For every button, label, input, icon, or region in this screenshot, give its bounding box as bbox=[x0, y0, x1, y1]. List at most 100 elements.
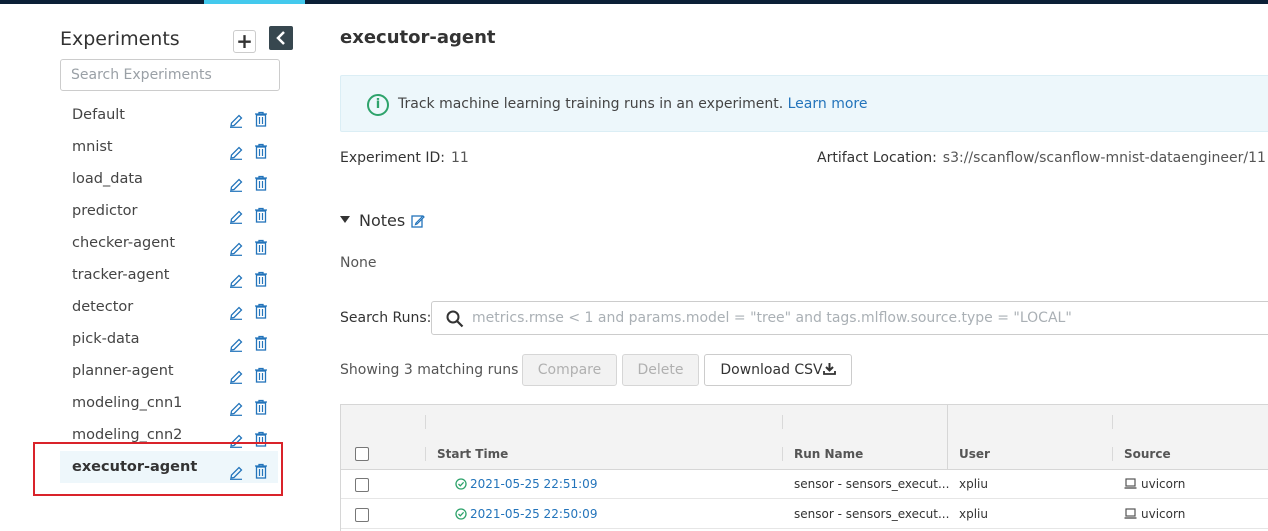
table-row[interactable]: 2021-05-25 22:50:09 sensor - sensors_exe… bbox=[341, 500, 1268, 529]
edit-icon[interactable] bbox=[229, 236, 243, 256]
column-header-start-time[interactable]: Start Time bbox=[437, 447, 508, 461]
sidebar-item-predictor[interactable]: predictor bbox=[60, 195, 278, 227]
trash-icon[interactable] bbox=[254, 235, 268, 255]
row-checkbox[interactable] bbox=[355, 478, 369, 492]
experiment-name: planner-agent bbox=[72, 363, 174, 379]
search-runs-box bbox=[431, 301, 1268, 335]
experiment-name: pick-data bbox=[72, 331, 140, 347]
experiment-list: Default mnist load_data predictor checker-ag… bbox=[60, 99, 278, 483]
experiment-name: Default bbox=[72, 107, 125, 123]
add-experiment-button[interactable]: + bbox=[233, 30, 256, 53]
sidebar-item-checker-agent[interactable]: checker-agent bbox=[60, 227, 278, 259]
table-header-row: Start Time Run Name User Source bbox=[341, 439, 1268, 470]
run-user: xpliu bbox=[959, 507, 988, 521]
column-divider bbox=[782, 447, 783, 461]
edit-icon[interactable] bbox=[229, 140, 243, 160]
learn-more-link[interactable]: Learn more bbox=[788, 96, 868, 112]
info-icon: i bbox=[367, 94, 389, 116]
row-checkbox[interactable] bbox=[355, 508, 369, 522]
experiment-name: predictor bbox=[72, 203, 138, 219]
download-csv-button[interactable]: Download CSV bbox=[704, 354, 852, 386]
edit-icon[interactable] bbox=[229, 396, 243, 416]
trash-icon[interactable] bbox=[254, 427, 268, 447]
delete-button[interactable]: Delete bbox=[622, 354, 699, 386]
run-start-time: 2021-05-25 22:50:09 bbox=[470, 507, 598, 521]
trash-icon[interactable] bbox=[254, 395, 268, 415]
collapse-sidebar-button[interactable] bbox=[269, 26, 293, 50]
trash-icon[interactable] bbox=[254, 203, 268, 223]
run-user: xpliu bbox=[959, 477, 988, 491]
sidebar-title: Experiments bbox=[60, 28, 180, 50]
run-source-label: uvicorn bbox=[1141, 507, 1186, 521]
column-header-run-name[interactable]: Run Name bbox=[794, 447, 863, 461]
trash-icon[interactable] bbox=[254, 331, 268, 351]
trash-icon[interactable] bbox=[254, 171, 268, 191]
check-circle-icon bbox=[455, 508, 467, 520]
check-circle-icon bbox=[455, 478, 467, 490]
experiment-name: modeling_cnn2 bbox=[72, 427, 183, 443]
select-all-checkbox[interactable] bbox=[355, 447, 369, 461]
sidebar-item-default[interactable]: Default bbox=[60, 99, 278, 131]
column-header-source[interactable]: Source bbox=[1124, 447, 1171, 461]
sidebar-item-tracker-agent[interactable]: tracker-agent bbox=[60, 259, 278, 291]
trash-icon[interactable] bbox=[254, 363, 268, 383]
highlight-box-sidebar bbox=[33, 442, 283, 496]
edit-notes-icon[interactable] bbox=[411, 214, 426, 228]
experiment-view: executor-agent i Track machine learning … bbox=[340, 4, 1268, 531]
trash-icon[interactable] bbox=[254, 299, 268, 319]
edit-icon[interactable] bbox=[229, 428, 243, 448]
edit-icon[interactable] bbox=[229, 332, 243, 352]
artifact-location-label: Artifact Location: bbox=[817, 150, 937, 166]
run-start-time-link[interactable]: 2021-05-25 22:51:09 bbox=[455, 477, 597, 491]
table-group-header bbox=[341, 405, 1268, 439]
search-experiments-input[interactable] bbox=[60, 59, 280, 91]
experiment-name: mnist bbox=[72, 139, 113, 155]
experiment-name: checker-agent bbox=[72, 235, 176, 251]
sidebar-item-planner-agent[interactable]: planner-agent bbox=[60, 355, 278, 387]
compare-button[interactable]: Compare bbox=[522, 354, 617, 386]
trash-icon[interactable] bbox=[254, 267, 268, 287]
column-divider bbox=[782, 415, 783, 429]
edit-icon[interactable] bbox=[229, 300, 243, 320]
edit-icon[interactable] bbox=[229, 268, 243, 288]
laptop-icon bbox=[1124, 508, 1137, 519]
sidebar-item-detector[interactable]: detector bbox=[60, 291, 278, 323]
column-divider bbox=[425, 447, 426, 461]
run-source: uvicorn bbox=[1124, 477, 1185, 491]
experiment-name: tracker-agent bbox=[72, 267, 170, 283]
table-row[interactable]: 2021-05-25 22:51:09 sensor - sensors_exe… bbox=[341, 470, 1268, 499]
search-icon bbox=[446, 310, 464, 328]
matching-runs-count: Showing 3 matching runs bbox=[340, 362, 519, 378]
edit-icon[interactable] bbox=[229, 108, 243, 128]
chevron-left-icon bbox=[276, 31, 285, 45]
notes-toggle[interactable]: Notes bbox=[340, 211, 426, 230]
column-header-user[interactable]: User bbox=[959, 447, 990, 461]
sidebar-item-load-data[interactable]: load_data bbox=[60, 163, 278, 195]
column-group-divider bbox=[947, 439, 948, 470]
experiment-name: modeling_cnn1 bbox=[72, 395, 183, 411]
sidebar-item-pick-data[interactable]: pick-data bbox=[60, 323, 278, 355]
sidebar-item-modeling-cnn1[interactable]: modeling_cnn1 bbox=[60, 387, 278, 419]
experiment-name: detector bbox=[72, 299, 134, 315]
experiment-title: executor-agent bbox=[340, 27, 496, 48]
run-source: uvicorn bbox=[1124, 507, 1185, 521]
search-runs-label: Search Runs: bbox=[340, 310, 432, 326]
run-start-time: 2021-05-25 22:51:09 bbox=[470, 477, 598, 491]
trash-icon[interactable] bbox=[254, 107, 268, 127]
edit-icon[interactable] bbox=[229, 172, 243, 192]
search-runs-input[interactable] bbox=[472, 303, 1268, 333]
edit-icon[interactable] bbox=[229, 204, 243, 224]
trash-icon[interactable] bbox=[254, 139, 268, 159]
notes-label: Notes bbox=[359, 211, 406, 230]
runs-table: Start Time Run Name User Source 2021-05-… bbox=[340, 404, 1268, 531]
download-icon bbox=[822, 363, 836, 375]
run-source-label: uvicorn bbox=[1141, 477, 1186, 491]
run-start-time-link[interactable]: 2021-05-25 22:50:09 bbox=[455, 507, 597, 521]
experiment-id-value: 11 bbox=[450, 150, 469, 166]
sidebar-item-mnist[interactable]: mnist bbox=[60, 131, 278, 163]
info-message: Track machine learning training runs in … bbox=[398, 96, 784, 112]
edit-icon[interactable] bbox=[229, 364, 243, 384]
column-divider bbox=[1112, 415, 1113, 429]
artifact-location: Artifact Location: s3://scanflow/scanflow… bbox=[817, 150, 1266, 166]
experiment-id-label: Experiment ID: bbox=[340, 150, 445, 166]
